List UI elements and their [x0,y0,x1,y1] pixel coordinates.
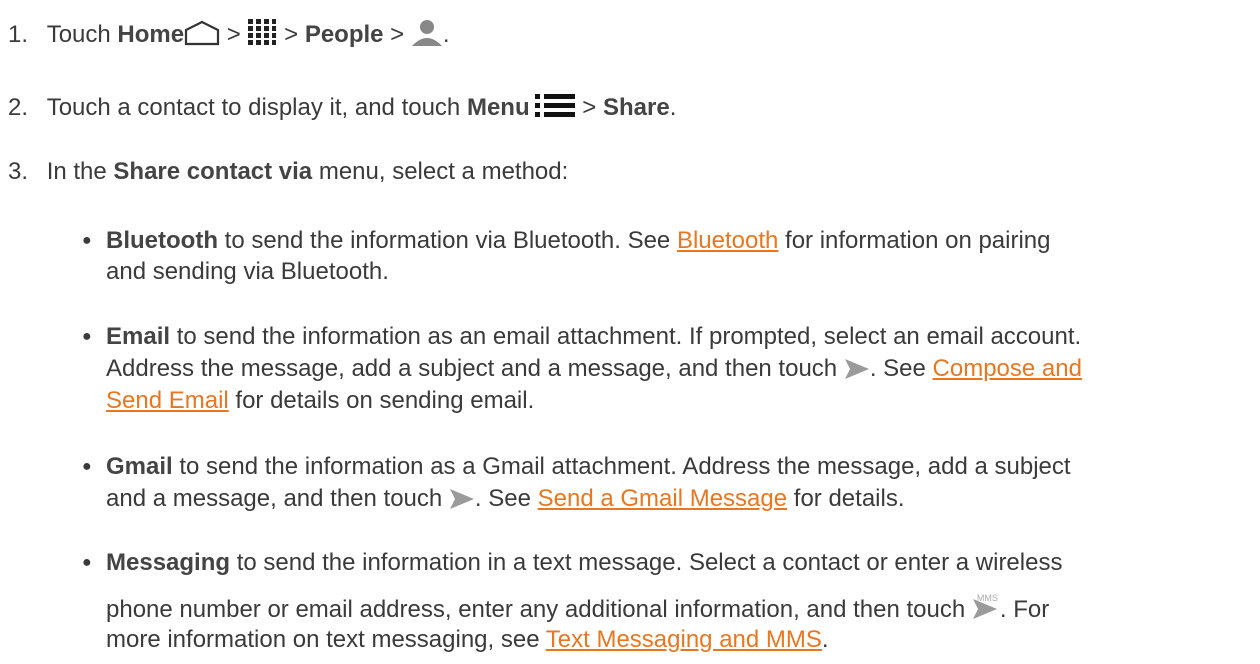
step-number: 3. [8,158,29,185]
bullet-text: phone number or email address, enter any… [106,596,972,623]
bullet-term: Bluetooth [106,227,218,254]
step-2: 2. Touch a contact to display it, and to… [8,93,676,122]
bullet-text: to send the information as an email atta… [170,323,1082,350]
share-contact-via-label: Share contact via [113,158,313,185]
bullet-text: . [821,626,829,653]
step-text: In the [46,158,114,185]
people-label: People [304,21,384,48]
bullet-messaging-line-2: phone number or email address, enter any… [106,593,1050,624]
step-1: 1. Touch Home > > People > . [8,18,450,49]
bullet-text: for details. [787,485,905,512]
bullet-text: and a message, and then touch [106,485,449,512]
step-3: 3. In the Share contact via menu, select… [8,158,568,186]
bullet-text: for information on pairing [778,227,1051,254]
bullet-text: . See [869,355,933,382]
step-text: Touch a contact to display it, and touch [46,94,467,121]
send-icon [449,489,474,509]
separator: > [277,21,305,48]
period: . [442,21,450,48]
bullet-dot: ● [82,328,92,345]
apps-grid-icon [248,19,277,45]
text-messaging-and-mms-link[interactable]: Text Messaging and MMS [546,626,822,653]
bullet-text: . For [999,596,1050,623]
bullet-term: Gmail [106,453,173,480]
bullet-bluetooth: ● Bluetooth to send the information via … [82,227,1051,255]
home-icon [184,20,220,46]
step-number: 2. [8,94,29,121]
bullet-term: Email [106,323,171,350]
menu-icon [534,94,575,117]
bluetooth-link[interactable]: Bluetooth [677,227,778,254]
step-number: 1. [8,21,29,48]
send-a-gmail-message-link[interactable]: Send a Gmail Message [538,485,787,512]
bullet-text: more information on text messaging, see [106,626,546,653]
bullet-dot: ● [82,554,92,571]
share-label: Share [602,94,670,121]
bullet-email: ● Email to send the information as an em… [82,323,1081,351]
compose-and-send-email-link[interactable]: Compose and [933,355,1082,382]
bullet-text: to send the information in a text messag… [230,549,1063,576]
bullet-text: Address the message, add a subject and a… [106,355,844,382]
compose-and-send-email-link[interactable]: Send Email [106,387,229,414]
bullet-text: and sending via Bluetooth. [106,258,389,285]
bullet-gmail-line-2: and a message, and then touch . See Send… [106,485,905,513]
period: . [669,94,677,121]
bullet-messaging-line-3: more information on text messaging, see … [106,626,829,654]
bullet-term: Messaging [106,549,231,576]
bullet-dot: ● [82,232,92,249]
separator: > [575,94,603,121]
step-text: Touch [46,21,118,48]
bullet-text: for details on sending email. [228,387,535,414]
bullet-text: to send the information as a Gmail attac… [172,453,1071,480]
bullet-bluetooth-line-2: and sending via Bluetooth. [106,258,389,286]
bullet-text: to send the information via Bluetooth. S… [217,227,677,254]
mms-label: MMS [976,593,998,603]
separator: > [220,21,248,48]
send-icon [844,359,869,379]
send-mms-button: MMS [972,593,1000,620]
instructions-page: 1. Touch Home > > People > . 2. Touch a … [0,0,1260,664]
bullet-gmail: ● Gmail to send the information as a Gma… [82,453,1071,481]
bullet-messaging: ● Messaging to send the information in a… [82,549,1062,577]
bullet-dot: ● [82,458,92,475]
separator: > [383,21,411,48]
home-label: Home [117,21,185,48]
person-icon [411,20,442,46]
menu-label: Menu [466,94,530,121]
bullet-email-line-2: Address the message, add a subject and a… [106,355,1082,383]
bullet-email-line-3: Send Email for details on sending email. [106,387,534,415]
step-text: menu, select a method: [312,158,569,185]
bullet-text: . See [474,485,538,512]
